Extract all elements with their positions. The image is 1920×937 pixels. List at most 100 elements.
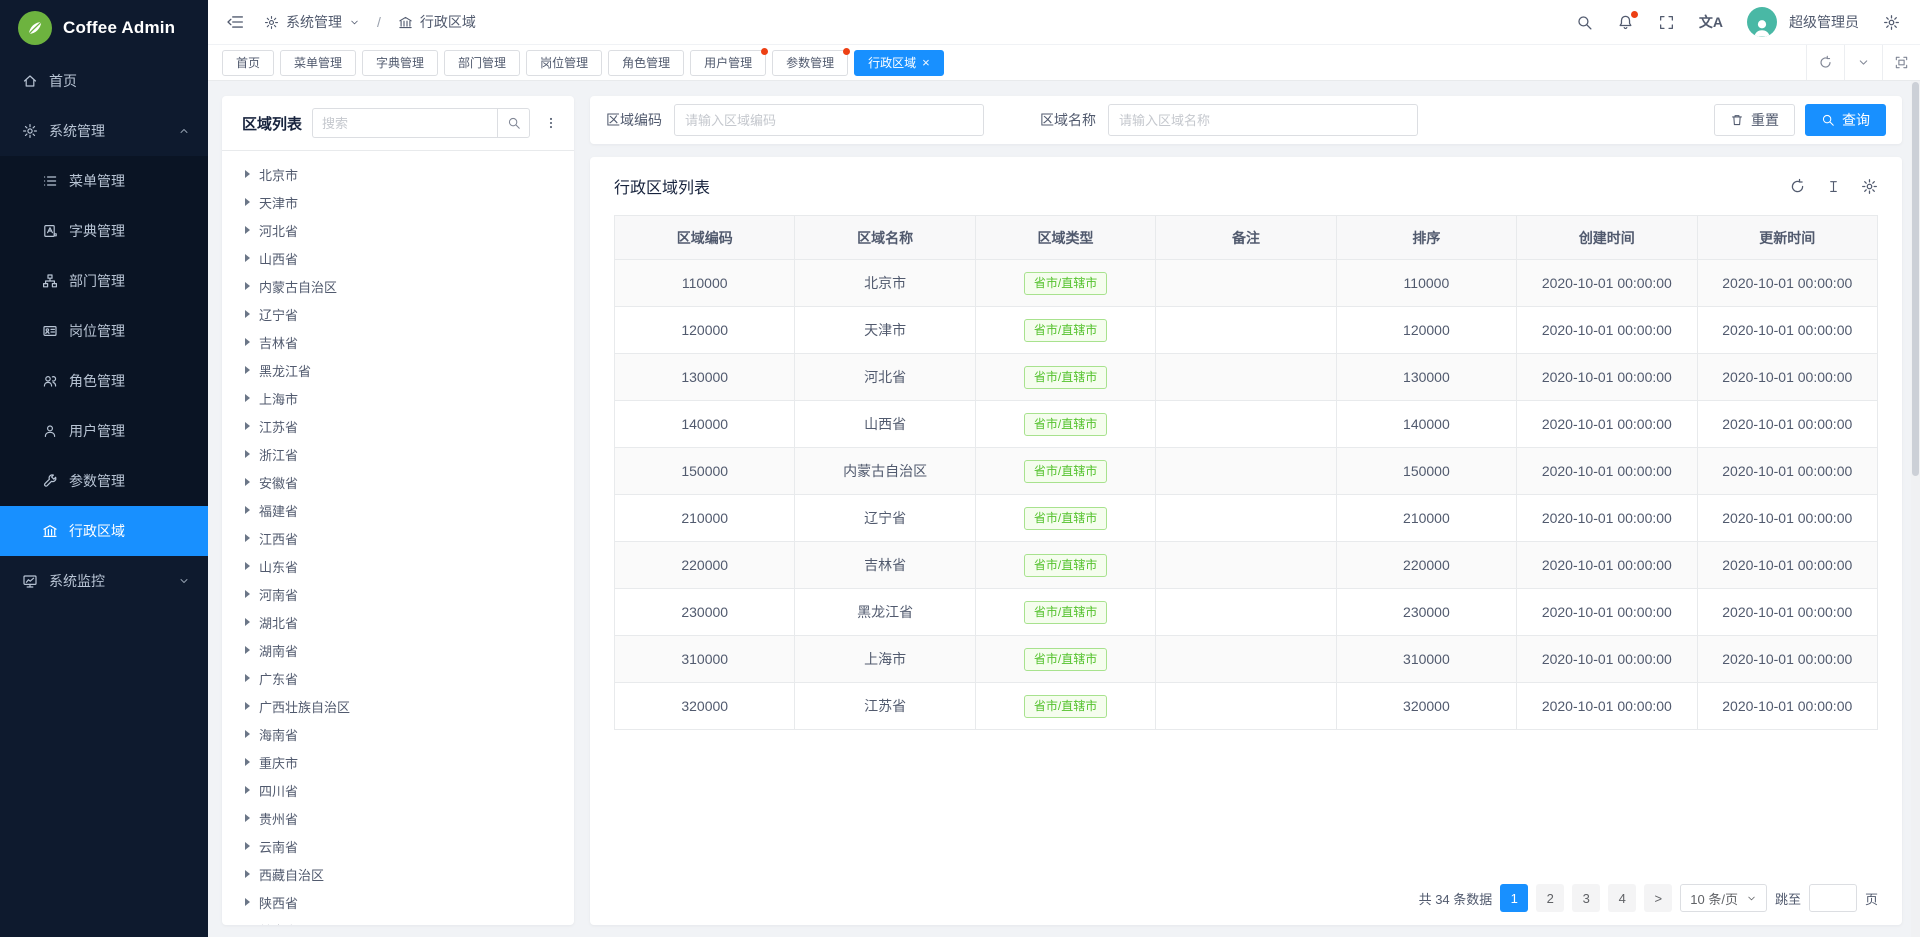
page-size-select[interactable]: 10 条/页 xyxy=(1680,884,1767,912)
sidebar-item-param-mgmt[interactable]: 参数管理 xyxy=(0,456,208,506)
reset-button[interactable]: 重置 xyxy=(1714,104,1795,136)
caret-right-icon[interactable] xyxy=(245,646,250,654)
sidebar-item-menu-mgmt[interactable]: 菜单管理 xyxy=(0,156,208,206)
caret-right-icon[interactable] xyxy=(245,562,250,570)
notifications-bell-icon[interactable] xyxy=(1617,14,1634,31)
tab[interactable]: 菜单管理 xyxy=(280,50,356,76)
tab[interactable]: 岗位管理 xyxy=(526,50,602,76)
tree-search-button[interactable] xyxy=(497,108,530,138)
search-icon[interactable] xyxy=(1576,14,1593,31)
sidebar-item-user-mgmt[interactable]: 用户管理 xyxy=(0,406,208,456)
logo[interactable]: Coffee Admin xyxy=(0,0,208,56)
tab[interactable]: 行政区域 × xyxy=(854,50,944,76)
table-row[interactable]: 210000 辽宁省 省市/直辖市 210000 2020-10-01 00:0… xyxy=(615,495,1878,542)
page-button[interactable]: 3 xyxy=(1572,884,1600,912)
tree-item[interactable]: 广西壮族自治区 xyxy=(222,692,574,720)
more-options-button[interactable] xyxy=(540,113,562,133)
tree-item[interactable]: 上海市 xyxy=(222,384,574,412)
tab-close-icon[interactable]: × xyxy=(922,56,930,69)
sidebar-item-dept-mgmt[interactable]: 部门管理 xyxy=(0,256,208,306)
settings-gear-icon[interactable] xyxy=(1883,14,1900,31)
tab[interactable]: 首页 xyxy=(222,50,274,76)
sidebar-item-system[interactable]: 系统管理 xyxy=(0,106,208,156)
table-row[interactable]: 110000 北京市 省市/直辖市 110000 2020-10-01 00:0… xyxy=(615,260,1878,307)
sidebar-item-post-mgmt[interactable]: 岗位管理 xyxy=(0,306,208,356)
caret-right-icon[interactable] xyxy=(245,170,250,178)
caret-right-icon[interactable] xyxy=(245,366,250,374)
region-code-input[interactable] xyxy=(674,104,984,136)
tree-item[interactable]: 黑龙江省 xyxy=(222,356,574,384)
tab[interactable]: 角色管理 xyxy=(608,50,684,76)
tree-item[interactable]: 四川省 xyxy=(222,776,574,804)
table-row[interactable]: 230000 黑龙江省 省市/直辖市 230000 2020-10-01 00:… xyxy=(615,589,1878,636)
tree-item[interactable]: 重庆市 xyxy=(222,748,574,776)
page-button[interactable]: > xyxy=(1644,884,1672,912)
region-name-input[interactable] xyxy=(1108,104,1418,136)
breadcrumb-section[interactable]: 系统管理 xyxy=(286,12,342,32)
tree-item[interactable]: 内蒙古自治区 xyxy=(222,272,574,300)
tree-item[interactable]: 河北省 xyxy=(222,216,574,244)
caret-right-icon[interactable] xyxy=(245,226,250,234)
jump-page-input[interactable] xyxy=(1809,884,1857,912)
page-button[interactable]: 1 xyxy=(1500,884,1528,912)
caret-right-icon[interactable] xyxy=(245,898,250,906)
tree-item[interactable]: 吉林省 xyxy=(222,328,574,356)
table-row[interactable]: 120000 天津市 省市/直辖市 120000 2020-10-01 00:0… xyxy=(615,307,1878,354)
caret-right-icon[interactable] xyxy=(245,786,250,794)
tree-item[interactable]: 湖北省 xyxy=(222,608,574,636)
sidebar-item-dict-mgmt[interactable]: 字典管理 xyxy=(0,206,208,256)
table-row[interactable]: 310000 上海市 省市/直辖市 310000 2020-10-01 00:0… xyxy=(615,636,1878,683)
chevron-down-icon[interactable] xyxy=(349,17,360,28)
tree-item[interactable]: 天津市 xyxy=(222,188,574,216)
caret-right-icon[interactable] xyxy=(245,842,250,850)
caret-right-icon[interactable] xyxy=(245,310,250,318)
tree-item[interactable]: 海南省 xyxy=(222,720,574,748)
caret-right-icon[interactable] xyxy=(245,338,250,346)
translate-icon[interactable]: 文A xyxy=(1699,12,1723,32)
tree-item[interactable]: 贵州省 xyxy=(222,804,574,832)
page-button[interactable]: 4 xyxy=(1608,884,1636,912)
tree-item[interactable]: 浙江省 xyxy=(222,440,574,468)
sidebar-item-home[interactable]: 首页 xyxy=(0,56,208,106)
tree-item[interactable]: 江苏省 xyxy=(222,412,574,440)
caret-right-icon[interactable] xyxy=(245,478,250,486)
caret-right-icon[interactable] xyxy=(245,422,250,430)
tree-item[interactable]: 北京市 xyxy=(222,160,574,188)
table-row[interactable]: 150000 内蒙古自治区 省市/直辖市 150000 2020-10-01 0… xyxy=(615,448,1878,495)
sidebar-item-role-mgmt[interactable]: 角色管理 xyxy=(0,356,208,406)
caret-right-icon[interactable] xyxy=(245,814,250,822)
table-row[interactable]: 220000 吉林省 省市/直辖市 220000 2020-10-01 00:0… xyxy=(615,542,1878,589)
tree-item[interactable]: 辽宁省 xyxy=(222,300,574,328)
tree-item[interactable]: 福建省 xyxy=(222,496,574,524)
page-scrollbar[interactable] xyxy=(1911,81,1920,937)
fullscreen-icon[interactable] xyxy=(1658,14,1675,31)
tree-item[interactable]: 湖南省 xyxy=(222,636,574,664)
tab[interactable]: 用户管理 xyxy=(690,50,766,76)
table-row[interactable]: 320000 江苏省 省市/直辖市 320000 2020-10-01 00:0… xyxy=(615,683,1878,730)
caret-right-icon[interactable] xyxy=(245,870,250,878)
tree-item[interactable]: 山东省 xyxy=(222,552,574,580)
tab[interactable]: 部门管理 xyxy=(444,50,520,76)
caret-right-icon[interactable] xyxy=(245,282,250,290)
caret-right-icon[interactable] xyxy=(245,450,250,458)
avatar[interactable] xyxy=(1747,7,1777,37)
table-row[interactable]: 140000 山西省 省市/直辖市 140000 2020-10-01 00:0… xyxy=(615,401,1878,448)
refresh-icon[interactable] xyxy=(1789,178,1806,195)
caret-right-icon[interactable] xyxy=(245,590,250,598)
tree-item[interactable]: 江西省 xyxy=(222,524,574,552)
tree-item[interactable]: 山西省 xyxy=(222,244,574,272)
row-height-icon[interactable] xyxy=(1826,178,1841,195)
tree-item[interactable]: 甘肃省 xyxy=(222,916,574,925)
caret-right-icon[interactable] xyxy=(245,758,250,766)
maximize-content-icon[interactable] xyxy=(1882,45,1920,80)
chevron-down-icon[interactable] xyxy=(1844,45,1882,80)
sidebar-item-monitor[interactable]: 系统监控 xyxy=(0,556,208,606)
tree-item[interactable]: 云南省 xyxy=(222,832,574,860)
tab[interactable]: 字典管理 xyxy=(362,50,438,76)
caret-right-icon[interactable] xyxy=(245,198,250,206)
sidebar-item-region[interactable]: 行政区域 xyxy=(0,506,208,556)
tree-item[interactable]: 陕西省 xyxy=(222,888,574,916)
username[interactable]: 超级管理员 xyxy=(1789,12,1859,32)
caret-right-icon[interactable] xyxy=(245,702,250,710)
caret-right-icon[interactable] xyxy=(245,730,250,738)
